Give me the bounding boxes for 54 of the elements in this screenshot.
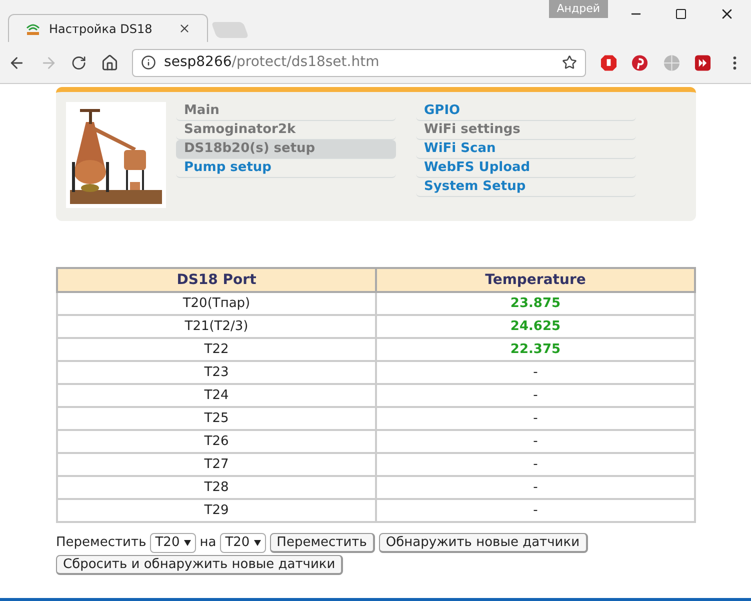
nav-link[interactable]: GPIO (416, 102, 636, 121)
table-cell: T29 (57, 499, 376, 522)
browser-tab[interactable]: Настройка DS18 (8, 14, 208, 42)
fast-forward-icon[interactable] (694, 54, 712, 72)
table-cell: T28 (57, 476, 376, 499)
home-icon[interactable] (100, 54, 118, 72)
table-cell: T20(Тпар) (57, 292, 376, 315)
nav-link[interactable]: WiFi settings (416, 121, 636, 140)
close-icon[interactable] (178, 22, 191, 35)
action-button[interactable]: Обнаружить новые датчики (378, 533, 588, 553)
table-cell: T25 (57, 407, 376, 430)
maximize-icon[interactable] (675, 8, 687, 20)
nav-link[interactable]: System Setup (416, 178, 636, 197)
from-select[interactable]: T20 (150, 533, 196, 553)
wifi-icon (25, 22, 41, 36)
table-cell: T23 (57, 361, 376, 384)
pin-icon[interactable] (631, 54, 649, 72)
table-cell: - (376, 384, 695, 407)
action-button[interactable]: Переместить (270, 533, 375, 553)
tab-title: Настройка DS18 (49, 20, 154, 38)
table-cell: - (376, 476, 695, 499)
table-cell: 22.375 (376, 338, 695, 361)
table-cell: - (376, 453, 695, 476)
action-button[interactable]: Сбросить и обнаружить новые датчики (56, 555, 344, 575)
nav-link[interactable]: WebFS Upload (416, 159, 636, 178)
info-icon (141, 55, 156, 70)
table-cell: 24.625 (376, 315, 695, 338)
table-cell: - (376, 407, 695, 430)
table-cell: T24 (57, 384, 376, 407)
nav-link[interactable]: WiFi Scan (416, 140, 636, 159)
table-cell: T27 (57, 453, 376, 476)
table-cell: - (376, 499, 695, 522)
table-cell: - (376, 361, 695, 384)
table-cell: T21(T2/3) (57, 315, 376, 338)
table-cell: T22 (57, 338, 376, 361)
bookmark-star-icon[interactable] (562, 55, 577, 70)
table-cell: 23.875 (376, 292, 695, 315)
profile-name[interactable]: Андрей (548, 0, 608, 18)
table-cell: T26 (57, 430, 376, 453)
hand-stop-icon[interactable] (600, 54, 618, 72)
move-label: Переместить (56, 534, 146, 552)
nav-link[interactable]: DS18b20(s) setup (176, 140, 396, 159)
url-text: sesp8266/protect/ds18set.htm (164, 53, 380, 72)
column-header: DS18 Port (57, 268, 376, 292)
to-label: на (200, 534, 216, 552)
column-header: Temperature (376, 268, 695, 292)
reload-icon[interactable] (71, 54, 87, 70)
address-bar[interactable]: sesp8266/protect/ds18set.htm (132, 48, 586, 76)
caret-icon (254, 540, 261, 546)
table-cell: - (376, 430, 695, 453)
nav-link[interactable]: Pump setup (176, 159, 396, 178)
to-select[interactable]: T20 (220, 533, 266, 553)
nav-link[interactable]: Main (176, 102, 396, 121)
caret-icon (184, 540, 191, 546)
